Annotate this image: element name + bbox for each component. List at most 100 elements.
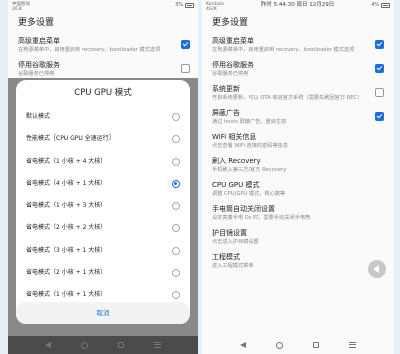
setting-title: 工程模式 <box>212 253 240 261</box>
setting-subtitle: 谷歌服务已停用 <box>18 71 55 77</box>
option-label: 省电模式（3 小核 + 1 大核） <box>26 246 107 254</box>
back-icon[interactable] <box>45 342 51 348</box>
navigation-bar <box>202 336 394 354</box>
battery-icon <box>185 3 194 8</box>
setting-subtitle: 点击进入护目镜设置 <box>212 239 259 245</box>
navigation-bar <box>8 336 198 354</box>
cpu-gpu-mode-dialog: CPU GPU 模式 默认模式 性能模式［CPU GPU 全速运行］ 省电模式（… <box>16 80 190 324</box>
settings-list: 高级重启菜单 在电源菜单中，启用重启到 recovery、bootloader … <box>8 33 198 81</box>
status-icons: 4% <box>371 2 390 9</box>
option-label: 省电模式（1 小核 + 1 大核） <box>26 291 107 299</box>
radio-icon[interactable] <box>172 202 180 211</box>
floating-back-icon[interactable] <box>368 260 386 278</box>
mode-option-performance[interactable]: 性能模式［CPU GPU 全速运行］ <box>16 128 190 150</box>
page-title: 更多设置 <box>212 18 249 28</box>
page-title: 更多设置 <box>18 18 55 28</box>
radio-icon[interactable] <box>172 224 180 233</box>
setting-title: 屏蔽广告 <box>212 109 240 117</box>
setting-engineering-mode[interactable]: 工程模式 进入工程模式菜单 <box>202 249 394 273</box>
mode-option-2s1b[interactable]: 省电模式（2 小核 + 1 大核） <box>16 262 190 284</box>
status-datetime: 昨时 5:44:30 周日 12月29日 <box>260 2 335 8</box>
setting-advanced-reboot[interactable]: 高级重启菜单 在电源菜单中，启用重启到 recovery、bootloader … <box>202 33 394 57</box>
status-bar: 中国移动 26 K 3% <box>8 0 198 13</box>
setting-title: 刷入 Recovery <box>212 157 261 165</box>
setting-title: CPU GPU 模式 <box>212 181 260 189</box>
mode-option-2s2b[interactable]: 省电模式（2 小核 + 2 大核） <box>16 217 190 239</box>
setting-subtitle: 点击查看 WiFi 连接的密码等信息 <box>212 143 289 149</box>
checkbox-unchecked[interactable] <box>375 88 384 97</box>
status-carrier: Kerdaze 4G/K <box>206 2 224 12</box>
checkbox-unchecked[interactable] <box>181 64 190 73</box>
network-speed: 26 K <box>12 7 23 12</box>
setting-eye-protection[interactable]: 护目镜设置 点击进入护目镜设置 <box>202 225 394 249</box>
setting-title: 停用谷歌服务 <box>18 61 60 69</box>
dialog-cancel-button[interactable]: 取消 <box>16 302 190 324</box>
checkbox-checked[interactable] <box>375 112 384 121</box>
option-label: 省电模式（2 小核 + 2 大核） <box>26 224 107 232</box>
network-speed: 4G/K <box>206 7 217 12</box>
status-bar: Kerdaze 4G/K 昨时 5:44:30 周日 12月29日 4% <box>202 0 394 13</box>
mode-option-4s1b[interactable]: 省电模式（4 小核 + 1 大核） <box>16 173 190 195</box>
setting-title: 手电筒自动关闭设置 <box>212 205 275 213</box>
recents-icon[interactable] <box>313 342 319 348</box>
battery-percent: 4% <box>371 2 379 8</box>
setting-subtitle: 调整 CPU/GPU 模式，核心数等 <box>212 191 286 197</box>
status-carrier: 中国移动 26 K <box>12 2 30 12</box>
setting-title: 停用谷歌服务 <box>212 61 254 69</box>
setting-subtitle: 谷歌服务已停用 <box>212 71 249 77</box>
battery-icon <box>381 3 390 8</box>
battery-percent: 3% <box>175 2 183 8</box>
setting-title: 系统更新 <box>212 85 240 93</box>
right-phone-screen: Kerdaze 4G/K 昨时 5:44:30 周日 12月29日 4% 更多设… <box>202 0 394 354</box>
option-label: 省电模式（2 小核 + 1 大核） <box>26 269 107 277</box>
setting-title: 高级重启菜单 <box>212 37 254 45</box>
checkbox-checked[interactable] <box>375 40 384 49</box>
recents-icon[interactable] <box>118 342 124 348</box>
home-icon[interactable] <box>81 341 88 349</box>
option-label: 省电模式（1 小核 + 4 大核） <box>26 157 107 165</box>
setting-subtitle: 设定亮着手电 Ds 时，需要手动关闭手电筒 <box>212 215 311 221</box>
option-label: 省电模式（4 小核 + 1 大核） <box>26 179 107 187</box>
option-label: 省电模式（1 小核 + 3 大核） <box>26 202 107 210</box>
radio-icon[interactable] <box>172 246 180 255</box>
option-label: 性能模式［CPU GPU 全速运行］ <box>26 135 115 143</box>
setting-subtitle: 在电源菜单中，启用重启到 recovery、bootloader 模式选项 <box>18 47 161 53</box>
setting-title: WiFi 相关信息 <box>212 133 257 141</box>
menu-icon[interactable] <box>349 342 356 348</box>
radio-icon[interactable] <box>172 135 180 144</box>
radio-icon[interactable] <box>172 291 180 300</box>
left-phone-screen: 中国移动 26 K 3% 更多设置 高级重启菜单 在电源菜单中，启用重启到 re… <box>8 0 198 354</box>
radio-icon[interactable] <box>172 113 180 121</box>
setting-subtitle: 通过 hosts 屏蔽广告，重启生效 <box>212 119 287 125</box>
mode-option-1s4b[interactable]: 省电模式（1 小核 + 4 大核） <box>16 151 190 173</box>
radio-icon[interactable] <box>172 157 180 166</box>
mode-option-3s1b[interactable]: 省电模式（3 小核 + 1 大核） <box>16 240 190 262</box>
status-icons: 3% <box>175 2 194 9</box>
mode-option-1s3b[interactable]: 省电模式（1 小核 + 3 大核） <box>16 195 190 217</box>
setting-subtitle: 手机刷入第三方/官方 Recovery <box>212 167 287 173</box>
setting-block-ads[interactable]: 屏蔽广告 通过 hosts 屏蔽广告，重启生效 <box>202 105 394 129</box>
setting-subtitle: 在电源菜单中，启用重启到 recovery、bootloader 模式选项 <box>212 47 355 53</box>
setting-disable-google[interactable]: 停用谷歌服务 谷歌服务已停用 <box>202 57 394 81</box>
radio-selected-icon[interactable] <box>172 179 180 188</box>
setting-advanced-reboot[interactable]: 高级重启菜单 在电源菜单中，启用重启到 recovery、bootloader … <box>8 33 198 57</box>
screenshot-stage: 中国移动 26 K 3% 更多设置 高级重启菜单 在电源菜单中，启用重启到 re… <box>0 0 400 354</box>
menu-icon[interactable] <box>154 342 161 348</box>
dialog-title: CPU GPU 模式 <box>74 88 132 98</box>
setting-title: 护目镜设置 <box>212 229 247 237</box>
radio-icon[interactable] <box>172 269 180 278</box>
checkbox-checked[interactable] <box>181 40 190 49</box>
setting-cpu-gpu-mode[interactable]: CPU GPU 模式 调整 CPU/GPU 模式，核心数等 <box>202 177 394 201</box>
mode-option-default[interactable]: 默认模式 <box>16 106 190 128</box>
setting-wifi-info[interactable]: WiFi 相关信息 点击查看 WiFi 连接的密码等信息 <box>202 129 394 153</box>
setting-title: 高级重启菜单 <box>18 37 60 45</box>
checkbox-checked[interactable] <box>375 64 384 73</box>
setting-subtitle: 开启系统更新，可以 OTA 收敛官方系统（需要先刷回官方 REC） <box>212 95 363 101</box>
setting-flashlight-auto-off[interactable]: 手电筒自动关闭设置 设定亮着手电 Ds 时，需要手动关闭手电筒 <box>202 201 394 225</box>
settings-list: 高级重启菜单 在电源菜单中，启用重启到 recovery、bootloader … <box>202 33 394 273</box>
setting-flash-recovery[interactable]: 刷入 Recovery 手机刷入第三方/官方 Recovery <box>202 153 394 177</box>
setting-system-update[interactable]: 系统更新 开启系统更新，可以 OTA 收敛官方系统（需要先刷回官方 REC） <box>202 81 394 105</box>
option-label: 默认模式 <box>26 113 51 120</box>
back-icon[interactable] <box>240 342 246 348</box>
home-icon[interactable] <box>276 341 283 349</box>
